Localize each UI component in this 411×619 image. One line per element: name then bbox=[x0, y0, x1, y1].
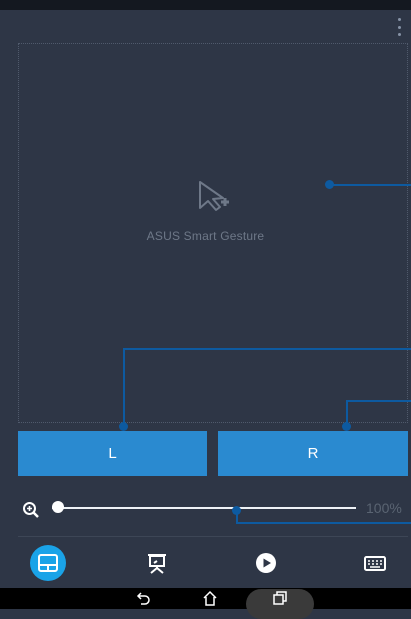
presentation-icon bbox=[148, 554, 166, 574]
right-click-button[interactable]: R bbox=[218, 431, 408, 476]
touchpad-icon bbox=[38, 554, 58, 572]
overflow-menu-icon[interactable] bbox=[393, 18, 405, 36]
system-navigation-bar bbox=[0, 588, 411, 619]
divider bbox=[18, 536, 408, 537]
left-click-button[interactable]: L bbox=[18, 431, 207, 476]
gesture-cursor-icon bbox=[199, 181, 229, 211]
zoom-slider-track[interactable] bbox=[52, 507, 356, 509]
zoom-value: 100% bbox=[366, 500, 402, 516]
mode-presentation-button[interactable] bbox=[139, 545, 175, 581]
status-bar bbox=[0, 0, 411, 10]
mode-media-button[interactable] bbox=[248, 545, 284, 581]
recents-icon bbox=[273, 591, 287, 605]
mode-keyboard-button[interactable] bbox=[357, 545, 393, 581]
keyboard-icon bbox=[364, 556, 386, 571]
back-icon[interactable] bbox=[136, 590, 152, 606]
zoom-in-icon bbox=[23, 502, 39, 518]
recents-button[interactable] bbox=[246, 589, 314, 619]
play-icon bbox=[256, 553, 276, 573]
touchpad-label: ASUS Smart Gesture bbox=[146, 229, 265, 243]
home-icon[interactable] bbox=[202, 590, 218, 606]
zoom-slider-thumb[interactable] bbox=[52, 501, 65, 513]
mode-touchpad-button[interactable] bbox=[30, 545, 66, 581]
